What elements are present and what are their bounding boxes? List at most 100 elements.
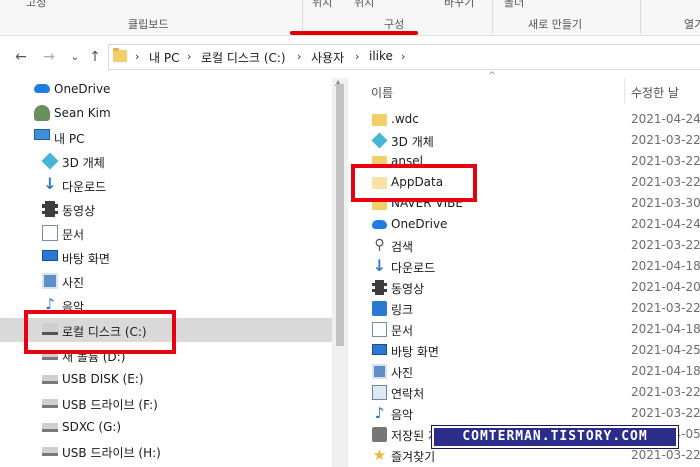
file-name: 링크 — [391, 303, 414, 317]
download-icon: ↓ — [43, 174, 57, 193]
file-row[interactable]: 문서 2021-04-18 — [366, 319, 700, 340]
sidebar-item-desktop[interactable]: 바탕 화면 — [0, 246, 332, 268]
sidebar-item-usb-h[interactable]: USB 드라이브 (H:) — [0, 440, 332, 462]
file-date: 2021-04-18 — [631, 259, 700, 273]
breadcrumb-my-pc[interactable]: 내 PC — [149, 49, 179, 66]
file-name: 문서 — [391, 324, 414, 338]
download-icon: ↓ — [372, 256, 387, 275]
sidebar-item-onedrive[interactable]: OneDrive — [0, 78, 332, 100]
breadcrumb-users[interactable]: 사용자 — [311, 49, 344, 66]
file-date: 2021-03-22 — [631, 175, 700, 189]
sidebar-item-3d-objects[interactable]: 3D 개체 — [0, 150, 332, 172]
sidebar-item-label: USB DISK (E:) — [62, 372, 144, 386]
document-icon — [42, 225, 58, 241]
contact-card-icon — [372, 385, 387, 400]
drive-icon — [42, 399, 58, 408]
breadcrumb-local-disk[interactable]: 로컬 디스크 (C:) — [201, 49, 286, 66]
column-header-name[interactable]: 이름 — [371, 84, 393, 101]
file-name: 검색 — [391, 240, 414, 254]
sidebar-item-label: USB 드라이브 (F:) — [62, 398, 158, 412]
back-arrow-icon[interactable]: ← — [12, 48, 30, 66]
sidebar-item-downloads[interactable]: ↓ 다운로드 — [0, 174, 332, 196]
search-icon: ⚲ — [374, 237, 385, 253]
file-name: 다운로드 — [391, 261, 436, 275]
user-icon — [34, 105, 50, 121]
sidebar-item-label: 사진 — [62, 276, 85, 290]
file-row[interactable]: 동영상 2021-04-20 — [366, 277, 700, 298]
sidebar-item-documents[interactable]: 문서 — [0, 222, 332, 244]
saved-games-icon — [372, 427, 387, 442]
forward-arrow-icon[interactable]: → — [40, 48, 58, 66]
navigation-pane-scrollbar[interactable]: ▲ — [332, 78, 348, 467]
recent-locations-chevron-icon[interactable]: ⌄ — [66, 48, 84, 66]
drive-icon — [42, 447, 58, 456]
breadcrumb-separator-icon[interactable]: › — [187, 50, 191, 63]
sidebar-item-label: 내 PC — [54, 132, 85, 146]
ribbon-move-text[interactable]: 위치 — [312, 0, 332, 10]
column-header-date-modified[interactable]: 수정한 날 — [631, 84, 679, 101]
file-date: 2021-03-22 — [631, 238, 700, 252]
sidebar-item-user[interactable]: Sean Kim — [0, 102, 332, 124]
sidebar-item-videos[interactable]: 동영상 — [0, 198, 332, 220]
highlight-box-appdata — [351, 164, 477, 202]
sidebar-item-pictures[interactable]: 사진 — [0, 270, 332, 292]
file-row[interactable]: 3D 개체 2021-03-22 — [366, 130, 700, 151]
file-row[interactable]: ↓ 다운로드 2021-04-18 — [366, 256, 700, 277]
file-name: OneDrive — [391, 217, 448, 231]
sidebar-item-usb-f[interactable]: USB 드라이브 (F:) — [0, 392, 332, 414]
ribbon-copy-text[interactable]: 위치 — [354, 0, 374, 10]
file-row[interactable]: ⚲ 검색 2021-03-22 — [366, 235, 700, 256]
file-row[interactable]: 연락처 2021-03-22 — [366, 382, 700, 403]
sidebar-item-my-pc[interactable]: 내 PC — [0, 126, 332, 148]
sidebar-item-label: 문서 — [62, 228, 85, 242]
file-row[interactable]: 사진 2021-04-18 — [366, 361, 700, 382]
breadcrumb-separator-icon[interactable]: › — [297, 50, 301, 63]
highlight-box-local-disk — [24, 310, 176, 354]
file-row[interactable]: ★ 즐겨찾기 2021-03-22 — [366, 445, 700, 466]
music-icon: ♪ — [374, 404, 385, 422]
sidebar-item-usb-e[interactable]: USB DISK (E:) — [0, 368, 332, 390]
desktop-icon — [42, 250, 58, 261]
sidebar-item-label: 3D 개체 — [62, 156, 105, 170]
file-row[interactable]: ♪ 음악 2021-03-22 — [366, 403, 700, 424]
file-date: 2021-04-18 — [631, 364, 700, 378]
file-name: 바탕 화면 — [391, 345, 439, 359]
ribbon-folder-text[interactable]: 폴더 — [504, 0, 524, 10]
ribbon-separator — [302, 0, 303, 34]
column-divider[interactable] — [624, 78, 625, 104]
file-name: 3D 개체 — [391, 135, 434, 149]
file-name: 음악 — [391, 408, 414, 422]
sort-caret-icon: ^ — [488, 71, 496, 81]
link-icon — [372, 301, 387, 316]
file-row[interactable]: 바탕 화면 2021-04-25 — [366, 340, 700, 361]
scrollbar-thumb[interactable] — [336, 84, 344, 346]
cloud-icon — [372, 220, 387, 229]
picture-icon — [372, 364, 387, 379]
address-bar[interactable]: › 내 PC › 로컬 디스크 (C:) › 사용자 › ilike › — [108, 44, 700, 70]
file-date: 2021-04-18 — [631, 322, 700, 336]
ribbon-rename-text[interactable]: 바꾸기 — [444, 0, 474, 10]
ribbon-separator — [640, 0, 641, 34]
file-date: 2021-03-22 — [631, 133, 700, 147]
file-date: 2021-04-24 — [631, 112, 700, 126]
up-arrow-icon[interactable]: ↑ — [86, 48, 104, 66]
sidebar-item-sdxc-g[interactable]: SDXC (G:) — [0, 416, 332, 438]
folder-icon — [372, 114, 387, 126]
breadcrumb-separator-icon[interactable]: › — [355, 50, 359, 63]
breadcrumb-separator-icon[interactable]: › — [401, 50, 405, 63]
ribbon-pin-text[interactable]: 고정 — [26, 0, 46, 10]
file-row[interactable]: OneDrive 2021-04-24 — [366, 214, 700, 235]
document-icon — [372, 322, 387, 337]
breadcrumb-user-folder[interactable]: ilike — [369, 49, 393, 63]
breadcrumb-separator-icon[interactable]: › — [135, 50, 139, 63]
file-row[interactable]: 링크 2021-03-22 — [366, 298, 700, 319]
watermark-banner: COMTERMAN.TISTORY.COM — [431, 425, 679, 449]
file-date: 2021-04-20 — [631, 280, 700, 294]
picture-icon — [42, 273, 58, 289]
file-date: 2021-04-25 — [631, 343, 700, 357]
file-name: .wdc — [391, 112, 419, 126]
ribbon-group-new: 새로 만들기 — [528, 18, 583, 31]
cloud-icon — [34, 84, 50, 93]
file-row[interactable]: .wdc 2021-04-24 — [366, 109, 700, 130]
star-icon: ★ — [372, 446, 387, 464]
